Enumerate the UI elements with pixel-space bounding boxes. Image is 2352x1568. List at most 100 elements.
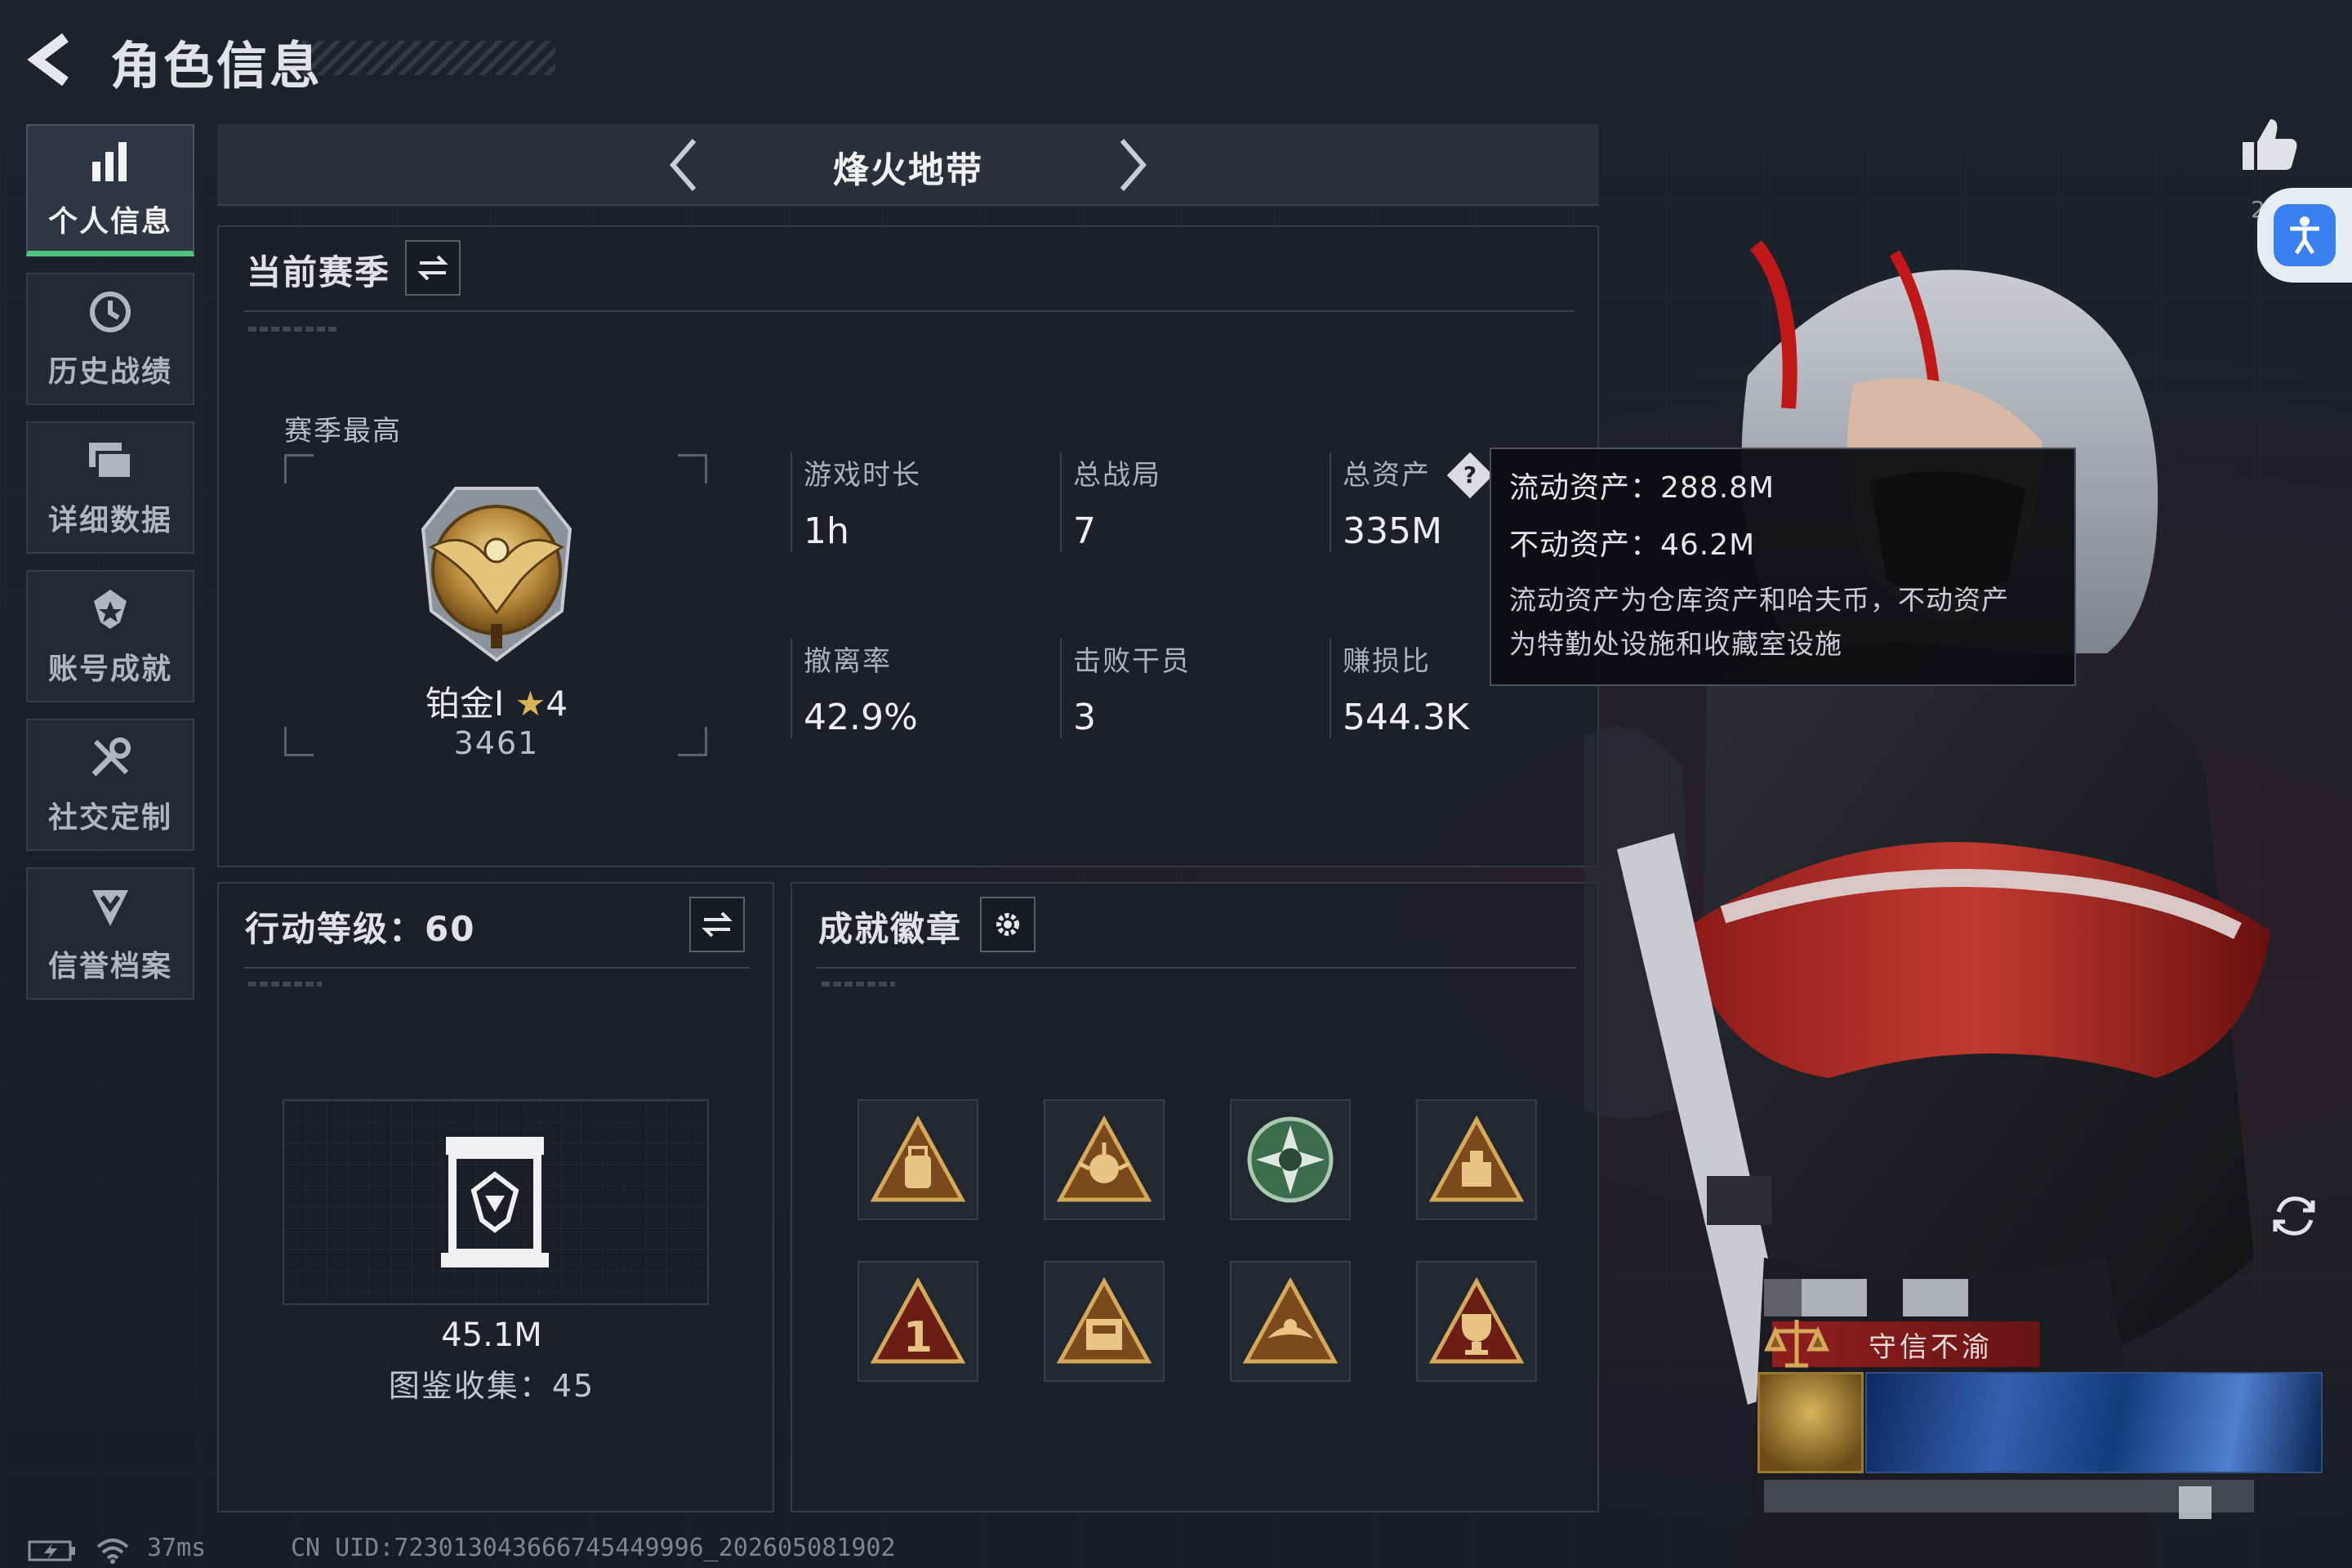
collection-count: 图鉴收集：45 [388, 1368, 595, 1404]
shield-chevron-icon [86, 882, 135, 931]
collection-value: 45.1M [441, 1316, 542, 1354]
rank-score: 3461 [453, 725, 540, 761]
collection-card[interactable] [283, 1099, 709, 1305]
season-switch-button[interactable] [405, 240, 461, 296]
thumbs-up-icon [2243, 119, 2297, 170]
stat-label: 击败干员 [1073, 645, 1191, 678]
number-one-badge-icon[interactable]: 1 [858, 1261, 978, 1382]
wifi-icon [96, 1539, 129, 1564]
medal-badge-icon[interactable] [1044, 1099, 1165, 1220]
bar-chart-icon [86, 137, 135, 186]
sidebar-item-label: 历史战绩 [47, 355, 172, 389]
status-bar: 37ms CN UID:723013043666745449996_202605… [0, 1526, 2352, 1568]
sidebar-item-label: 账号成就 [47, 653, 172, 686]
sidebar-item-label: 详细数据 [47, 504, 172, 537]
backpack-badge-icon[interactable] [858, 1099, 978, 1220]
fixed-assets: 不动资产：46.2M [1509, 528, 1756, 562]
arrow-left-icon [27, 33, 69, 87]
stat-value: 1h [804, 510, 849, 552]
season-panel: 当前赛季 赛季最高 铂金Ⅰ ★4 3461 游戏时长 1h 总战局 7 总资产 … [217, 225, 1599, 867]
title-tag-text: 守信不渝 [1869, 1330, 1993, 1364]
sidebar-nav: 个人信息 历史战绩 详细数据 账号成就 社交定制 信誉档案 [26, 124, 196, 1016]
avatar[interactable] [1757, 1372, 1864, 1473]
stat-operators-defeated: 击败干员 3 [1060, 639, 1305, 738]
liquid-assets: 流动资产：288.8M [1509, 471, 1775, 505]
sidebar-item-label: 信誉档案 [47, 950, 172, 983]
stat-play-time: 游戏时长 1h [791, 452, 1036, 552]
rank-eagle-badge-icon [421, 487, 572, 662]
frame-corner [678, 454, 707, 483]
mode-next-button[interactable] [1101, 134, 1163, 196]
stat-label: 游戏时长 [804, 459, 921, 492]
sidebar-item-personal-info[interactable]: 个人信息 [26, 124, 194, 256]
refresh-icon [2273, 1196, 2315, 1236]
asset-tooltip: 流动资产：288.8M 不动资产：46.2M 流动资产为仓库资产和哈夫币，不动资… [1490, 448, 2076, 686]
tooltip-line-2: 为特勤处设施和收藏室设施 [1509, 628, 1842, 660]
sidebar-item-credit-record[interactable]: 信誉档案 [26, 867, 194, 1000]
action-level-panel: 行动等级：60 45.1M 图鉴收集：45 [217, 882, 774, 1512]
back-button[interactable] [26, 31, 83, 88]
ticket-badge-icon[interactable] [1044, 1261, 1165, 1382]
action-level-title: 行动等级：60 [245, 909, 476, 949]
stat-value: 42.9% [804, 697, 918, 738]
swap-icon [702, 911, 733, 938]
green-emblem-badge-icon[interactable] [1230, 1099, 1351, 1220]
mode-name: 烽火地带 [833, 149, 983, 191]
stat-value: 544.3K [1343, 697, 1469, 738]
season-title: 当前赛季 [247, 252, 391, 292]
svg-text:1: 1 [903, 1313, 933, 1362]
tools-icon [86, 733, 135, 782]
like-button[interactable] [2238, 113, 2303, 178]
blurred-name [1802, 1279, 1867, 1316]
asset-help-icon[interactable]: ? [1446, 452, 1494, 499]
bird-badge-icon[interactable] [1230, 1261, 1351, 1382]
action-level-switch-button[interactable] [689, 897, 745, 952]
header: 角色信息 [0, 0, 2352, 122]
stacked-cards-icon [86, 436, 135, 485]
sidebar-item-achievements[interactable]: 账号成就 [26, 570, 194, 702]
sidebar-item-detailed-data[interactable]: 详细数据 [26, 421, 194, 554]
achievements-title: 成就徽章 [818, 909, 963, 949]
sidebar-item-social-custom[interactable]: 社交定制 [26, 719, 194, 851]
achievements-settings-button[interactable] [980, 897, 1036, 952]
swap-icon [417, 255, 448, 281]
divider [243, 310, 1575, 312]
star-icon: ★ [514, 684, 546, 724]
sidebar-item-label: 社交定制 [47, 801, 172, 835]
stat-label: 总战局 [1073, 459, 1161, 492]
stat-value: 7 [1073, 510, 1096, 552]
profile-banner[interactable] [1865, 1372, 2323, 1473]
display-case-icon [441, 1137, 549, 1267]
accessibility-button[interactable] [2257, 188, 2352, 283]
divider [817, 967, 1576, 969]
blurred-info [2179, 1486, 2212, 1519]
supply-badge-icon[interactable] [1416, 1099, 1537, 1220]
sidebar-item-label: 个人信息 [47, 204, 172, 238]
divider [243, 967, 750, 969]
tooltip-description: 流动资产为仓库资产和哈夫币，不动资产 为特勤处设施和收藏室设施 [1509, 578, 2056, 666]
blurred-name [1903, 1279, 1968, 1316]
stat-label: 撤离率 [804, 645, 892, 678]
page-title: 角色信息 [110, 36, 323, 96]
character-info-screen: 角色信息 个人信息 历史战绩 详细数据 账号成就 社交定制 信誉档案 烽火地带 … [0, 0, 2352, 1568]
achievement-icon [86, 585, 135, 634]
stat-value: 3 [1073, 697, 1096, 738]
chevron-right-icon [1120, 139, 1147, 191]
mode-selector: 烽火地带 [217, 124, 1599, 206]
decoration [248, 982, 322, 987]
accessibility-icon [2274, 204, 2336, 266]
rank-name: 铂金Ⅰ ★4 [219, 676, 774, 726]
battery-icon [28, 1540, 75, 1561]
gear-icon [996, 913, 1019, 936]
sidebar-item-history[interactable]: 历史战绩 [26, 273, 194, 405]
rotate-refresh-button[interactable] [2265, 1187, 2323, 1245]
tooltip-line-1: 流动资产为仓库资产和哈夫币，不动资产 [1509, 584, 2009, 616]
stat-extract-rate: 撤离率 42.9% [791, 639, 1036, 738]
season-best-label: 赛季最高 [284, 415, 402, 448]
ping-value: 37ms [147, 1534, 207, 1562]
trophy-badge-icon[interactable] [1416, 1261, 1537, 1382]
frame-corner [284, 454, 314, 483]
scales-emblem-icon [1764, 1320, 1829, 1368]
clock-history-icon [86, 287, 135, 336]
decoration [248, 327, 338, 332]
